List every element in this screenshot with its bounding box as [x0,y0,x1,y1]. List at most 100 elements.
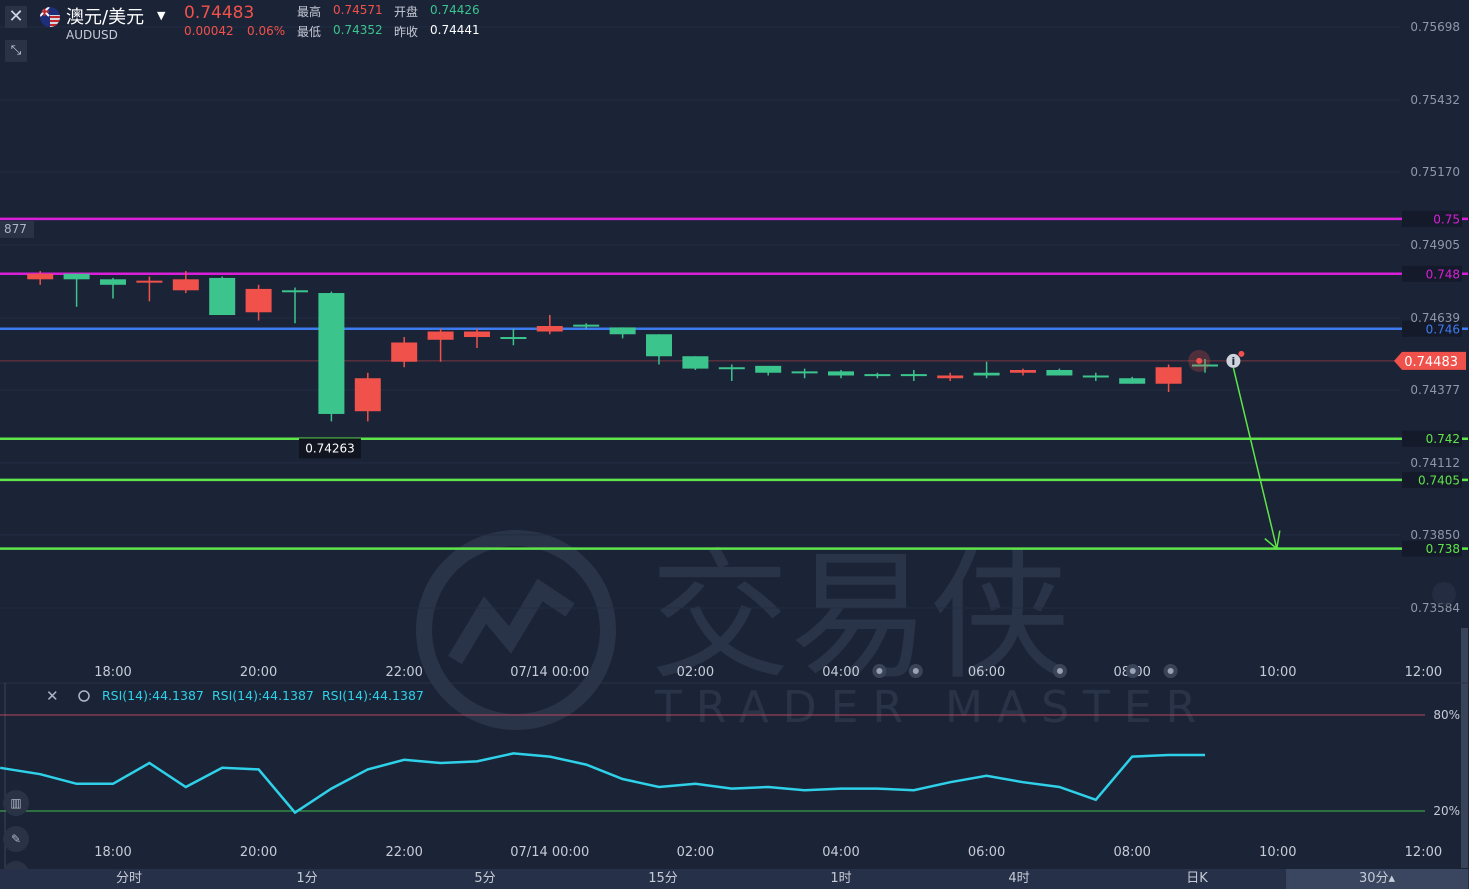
candle-body [63,273,90,280]
time-tick-label: 07/14 00:00 [510,665,589,680]
price-tick-label: 0.74112 [1410,456,1460,470]
time-tick-label: 10:00 [1259,665,1296,680]
rsi-time-tick-label: 07/14 00:00 [510,845,589,860]
rsi-time-tick-label: 20:00 [240,845,277,860]
horizontal-line-label: 0.742 [1426,432,1460,446]
candle-body [27,273,54,280]
rsi-time-tick-label: 10:00 [1259,845,1296,860]
candle-body [100,279,126,285]
close-icon: ✕ [8,6,24,27]
last-price: 0.74483 [184,3,255,23]
rsi-legend-label: RSI(14):44.1387 [102,688,204,703]
candle-body [172,279,199,291]
candle-body [1046,369,1073,376]
time-tick-label: 02:00 [677,665,714,680]
rsi-time-tick-label: 06:00 [968,845,1005,860]
candle-body [900,374,927,377]
horizontal-line-label: 0.75 [1433,212,1460,226]
candle-body [646,334,672,357]
timeframe-tab[interactable]: 15分 [574,869,752,889]
close-button[interactable]: ✕ [5,6,27,28]
low-price-label: 0.74263 [305,441,355,455]
event-marker-dot [1129,668,1136,674]
timeframe-tab[interactable]: 30分▴ [1286,869,1468,889]
candle-body [973,372,1000,376]
pencil-icon: ✎ [10,832,22,846]
candle-body [354,378,381,412]
candle-body [318,293,345,414]
price-change: 0.00042 [184,24,234,38]
candle-body [682,356,709,369]
candle-body [791,371,818,374]
timeframe-tab[interactable]: 分时 [40,869,218,889]
candle-body [1155,367,1182,384]
price-tick-label: 0.74377 [1410,383,1460,397]
draw-button[interactable]: ✎ [3,826,29,852]
open-label: 开盘 [394,5,419,19]
rsi-legend-label: RSI(14):44.1387 [322,688,424,703]
rsi-level-label: 20% [1433,804,1460,818]
price-tick-label: 0.73584 [1410,601,1460,615]
candle-body [245,288,272,313]
candle-body [209,277,236,316]
rsi-close-icon: ✕ [46,687,59,705]
indicator-button[interactable]: ▥ [3,790,29,816]
timeframe-tab[interactable]: 1分 [218,869,396,889]
price-tick-label: 0.75170 [1410,165,1460,179]
price-tick-label: 0.74639 [1410,311,1460,325]
candle-body [464,331,490,338]
candle-body [1119,378,1146,384]
left-edge-label: 877 [4,222,27,236]
price-tick-label: 0.75698 [1410,20,1460,34]
au-us-flag-icon [40,7,60,27]
horizontal-line-label: 0.7405 [1418,473,1460,487]
bar-chart-icon: ▥ [10,796,22,810]
expand-button[interactable]: ⤡ [5,40,27,62]
chart-canvas[interactable]: 交易侠 TRADER MASTER 0.750.7480.7460.7420.7… [0,0,1469,889]
event-marker-dot [1056,668,1063,674]
symbol-code: AUDUSD [66,28,118,42]
symbol-name[interactable]: 澳元/美元 [66,3,144,29]
price-change-pct: 0.06% [247,24,286,38]
chart-app: 交易侠 TRADER MASTER 0.75 0.748 0.746 0.742 0.7… [0,0,1469,889]
prev-close-value: 0.74441 [430,23,480,37]
caret-down-icon[interactable]: ▼ [157,9,165,22]
candle-body [1082,375,1109,378]
open-value: 0.74426 [430,3,480,17]
candle-body [937,375,964,379]
timeframe-tab[interactable]: 1时 [752,869,930,889]
rsi-time-tick-label: 04:00 [822,845,859,860]
current-price-label: 0.74483 [1404,355,1458,370]
price-tick-label: 0.75432 [1410,93,1460,107]
candle-body [282,290,308,293]
time-tick-label: 22:00 [385,665,422,680]
alert-dot [1238,350,1245,357]
candle-body [609,327,636,335]
info-icon-glyph: i [1232,355,1236,368]
zoom-icon [1432,582,1456,606]
prev-close-label: 昨收 [394,25,419,39]
live-price-dot [1196,357,1203,364]
time-tick-label: 20:00 [240,665,277,680]
price-tick-label: 0.74905 [1410,238,1460,252]
rsi-level-label: 80% [1433,708,1460,722]
event-marker-dot [912,668,919,674]
time-tick-label: 06:00 [968,665,1005,680]
candle-body [828,371,854,376]
price-tick-label: 0.73850 [1410,528,1460,542]
candle-body [427,331,454,340]
symbol-header: ✕ ⤡ 澳元/美元 ▼ AUDUSD 0.74483 0.00042 0.06%… [0,0,520,70]
horizontal-line-label: 0.748 [1426,267,1460,281]
candle-body [500,337,527,340]
time-tick-label: 12:00 [1405,665,1442,680]
rsi-time-tick-label: 02:00 [677,845,714,860]
timeframe-tab[interactable]: 5分 [396,869,574,889]
low-label: 最低 [297,25,322,39]
rsi-time-tick-label: 12:00 [1405,845,1442,860]
high-value: 0.74571 [333,3,383,17]
candle-body [1010,369,1036,373]
timeframe-tab[interactable]: 4时 [930,869,1108,889]
candle-body [573,324,600,327]
timeframe-tab[interactable]: 日K [1108,869,1286,889]
candle-body [718,367,745,370]
